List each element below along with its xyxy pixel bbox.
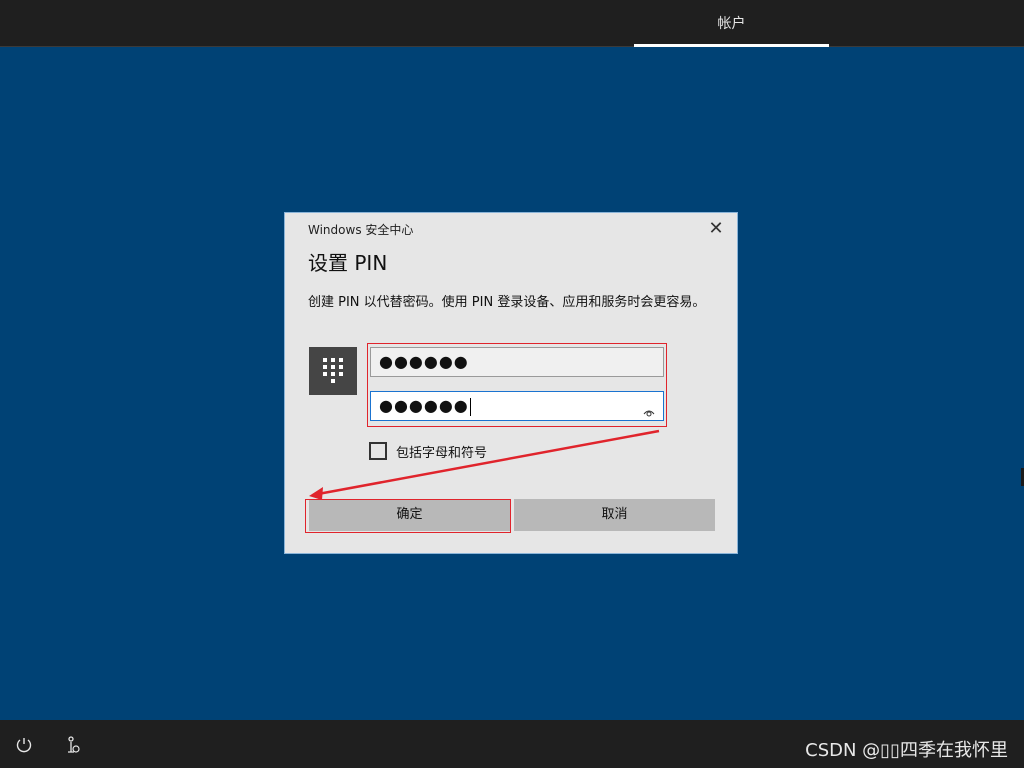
dialog-heading: 设置 PIN (308, 251, 388, 275)
text-caret (469, 397, 471, 416)
confirm-pin-input[interactable]: ●●●●●● (370, 391, 664, 421)
pin-input-value: ●●●●●● (379, 352, 469, 371)
dialog-window-title: Windows 安全中心 (308, 223, 414, 237)
tab-account[interactable]: 帐户 (634, 0, 829, 47)
include-letters-symbols-label: 包括字母和符号 (396, 445, 488, 461)
dialog-description: 创建 PIN 以代替密码。使用 PIN 登录设备、应用和服务时会更容易。 (308, 295, 706, 310)
tab-account-label: 帐户 (717, 16, 746, 32)
watermark-text: CSDN @▯▯四季在我怀里 (805, 740, 1008, 761)
accessibility-icon[interactable] (64, 736, 82, 754)
set-pin-dialog: Windows 安全中心 ✕ 设置 PIN 创建 PIN 以代替密码。使用 PI… (284, 212, 738, 554)
include-letters-symbols-checkbox[interactable] (369, 442, 387, 460)
power-icon[interactable] (15, 736, 33, 754)
eye-icon[interactable] (643, 400, 655, 417)
top-bar: 帐户 (0, 0, 1024, 47)
keypad-icon (309, 347, 357, 395)
confirm-pin-input-value: ●●●●●● (379, 396, 469, 415)
cancel-button[interactable]: 取消 (514, 499, 715, 531)
close-icon[interactable]: ✕ (706, 220, 726, 240)
pin-input[interactable]: ●●●●●● (370, 347, 664, 377)
ok-button[interactable]: 确定 (309, 499, 510, 531)
include-letters-symbols-row[interactable]: 包括字母和符号 (369, 441, 487, 461)
